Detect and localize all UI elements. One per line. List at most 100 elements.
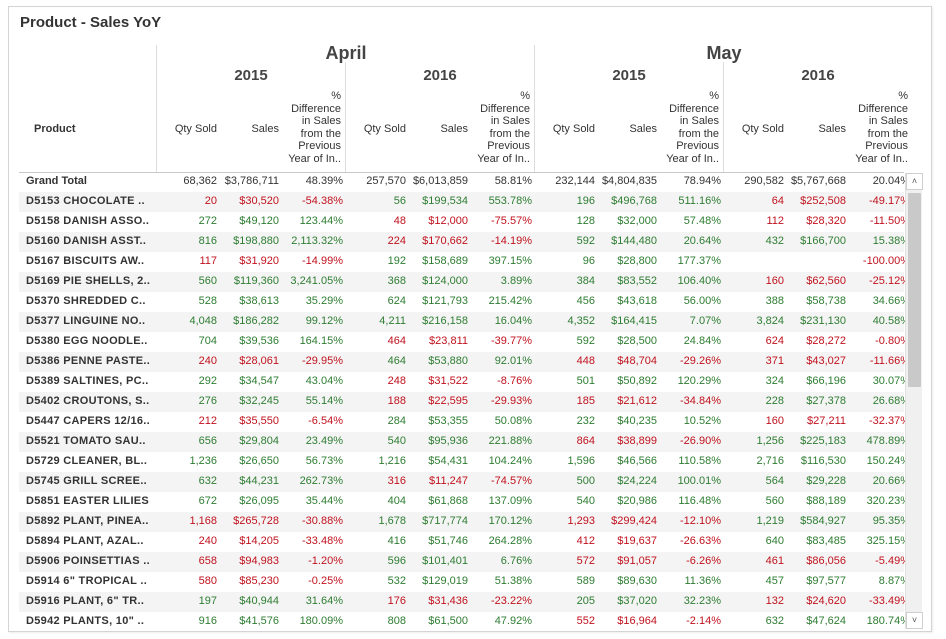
table-row[interactable]: D5916 PLANT, 6" TR.. 197 $40,944 31.64% 176 $… xyxy=(19,592,910,612)
pct-diff-cell: 100.01% xyxy=(677,475,721,487)
qty-sold-cell: 212 xyxy=(198,415,217,427)
qty-sold-cell: 368 xyxy=(387,275,406,287)
pct-diff-cell: 180.74% xyxy=(866,615,910,627)
sales-cell: $32,000 xyxy=(617,215,657,227)
sales-cell: $496,768 xyxy=(611,195,657,207)
qty-sold-cell: 240 xyxy=(198,535,217,547)
table-row[interactable]: D5521 TOMATO SAU.. 656 $29,804 23.49% 540 $95… xyxy=(19,432,910,452)
product-cell: D5389 SALTINES, PC.. xyxy=(26,375,149,387)
pct-diff-cell: 11.36% xyxy=(684,575,722,587)
product-cell: D5370 SHREDDED C.. xyxy=(26,295,146,307)
product-cell: D5914 6" TROPICAL .. xyxy=(26,575,148,587)
qty-sold-cell: 592 xyxy=(576,235,595,247)
pct-difference-header: % Difference in Sales from the Previous Year … xyxy=(653,90,719,165)
sales-cell: $5,767,668 xyxy=(790,175,846,187)
table-row[interactable]: D5389 SALTINES, PC.. 292 $34,547 43.04% 248 $… xyxy=(19,372,910,392)
pct-diff-cell: 180.09% xyxy=(299,615,343,627)
qty-sold-cell: 552 xyxy=(576,615,595,627)
scrollbar-thumb[interactable] xyxy=(908,193,921,387)
qty-sold-cell: 456 xyxy=(576,295,595,307)
sales-cell: $46,566 xyxy=(617,455,657,467)
qty-sold-cell: 640 xyxy=(765,535,784,547)
chevron-down-icon[interactable]: ˅ xyxy=(906,612,923,629)
qty-sold-cell: 457 xyxy=(765,575,784,587)
table-row[interactable]: D5167 BISCUITS AW.. 117 $31,920 -14.99% 192 $… xyxy=(19,252,910,272)
qty-sold-cell: 580 xyxy=(198,575,217,587)
sales-cell: $6,013,859 xyxy=(412,175,468,187)
qty-sold-cell: 384 xyxy=(576,275,595,287)
pct-header-line: from the xyxy=(678,127,719,140)
table-row[interactable]: D5370 SHREDDED C.. 528 $38,613 35.29% 624 $12… xyxy=(19,292,910,312)
sales-cell: $50,892 xyxy=(617,375,657,387)
chevron-up-icon[interactable]: ˄ xyxy=(906,173,923,190)
qty-sold-cell: 564 xyxy=(765,475,784,487)
pct-header-line: Difference xyxy=(291,102,341,115)
pct-diff-cell: 215.42% xyxy=(488,295,532,307)
sales-cell: $28,272 xyxy=(806,335,846,347)
sales-cell: $252,508 xyxy=(800,195,846,207)
vertical-scrollbar[interactable]: ˄ ˅ xyxy=(905,173,923,629)
sales-cell: $38,899 xyxy=(617,435,657,447)
pct-diff-cell: 478.89% xyxy=(866,435,910,447)
table-row[interactable]: D5894 PLANT, AZAL.. 240 $14,205 -33.48% 416 $… xyxy=(19,532,910,552)
sales-cell: $186,282 xyxy=(233,315,279,327)
pct-diff-cell: 32.23% xyxy=(683,595,721,607)
pct-diff-cell: -54.38% xyxy=(302,195,343,207)
sales-cell: $88,189 xyxy=(806,495,846,507)
qty-sold-cell: 96 xyxy=(582,255,595,267)
table-row[interactable]: D5169 PIE SHELLS, 2.. 560 $119,360 3,241.05… xyxy=(19,272,910,292)
pct-diff-cell: -74.57% xyxy=(491,475,532,487)
qty-sold-cell: 658 xyxy=(198,555,217,567)
table-row[interactable]: D5851 EASTER LILIES 672 $26,095 35.44% 404 $6… xyxy=(19,492,910,512)
sales-cell: $199,534 xyxy=(422,195,468,207)
pct-diff-cell: 120.29% xyxy=(677,375,721,387)
table-row[interactable]: D5386 PENNE PASTE.. 240 $28,061 -29.95% 464 $… xyxy=(19,352,910,372)
table-row[interactable]: D5729 CLEANER, BL.. 1,236 $26,650 56.73% 1,2… xyxy=(19,452,910,472)
table-row[interactable]: D5160 DANISH ASST.. 816 $198,880 2,113.32% 2… xyxy=(19,232,910,252)
qty-sold-cell: 68,362 xyxy=(183,175,217,187)
pct-diff-cell: 50.08% xyxy=(494,415,532,427)
pct-diff-cell: 48.39% xyxy=(305,175,343,187)
table-row[interactable]: D5380 EGG NOODLE.. 704 $39,536 164.15% 464 $2… xyxy=(19,332,910,352)
qty-sold-cell: 128 xyxy=(576,215,595,227)
table-row[interactable]: D5153 CHOCOLATE .. 20 $30,520 -54.38% 56 $199… xyxy=(19,192,910,212)
qty-sold-cell: 1,216 xyxy=(378,455,406,467)
pct-header-line: % xyxy=(709,90,719,102)
table-row[interactable]: D5914 6" TROPICAL .. 580 $85,230 -0.25% 532 $… xyxy=(19,572,910,592)
sales-cell: $53,355 xyxy=(428,415,468,427)
qty-sold-cell: 632 xyxy=(198,475,217,487)
table-row[interactable]: D5158 DANISH ASSO.. 272 $49,120 123.44% 48 $1… xyxy=(19,212,910,232)
pct-diff-cell: 123.44% xyxy=(299,215,343,227)
qty-sold-cell: 1,168 xyxy=(189,515,217,527)
pct-diff-cell: 110.58% xyxy=(678,455,721,467)
pct-diff-cell: 55.14% xyxy=(305,395,343,407)
qty-sold-header: Qty Sold xyxy=(174,123,217,135)
table-row[interactable]: D5377 LINGUINE NO.. 4,048 $186,282 99.12% 4,… xyxy=(19,312,910,332)
pct-header-line: % xyxy=(520,90,530,102)
pct-diff-cell: 78.94% xyxy=(683,175,721,187)
sales-cell: $16,964 xyxy=(617,615,657,627)
sales-cell: $26,095 xyxy=(239,495,279,507)
data-table: Grand Total 68,362 $3,786,711 48.39% 257,57… xyxy=(19,172,910,632)
sales-cell: $61,500 xyxy=(428,615,468,627)
pct-diff-cell: -33.48% xyxy=(302,535,343,547)
table-row[interactable]: D5892 PLANT, PINEA.. 1,168 $265,728 -30.88%… xyxy=(19,512,910,532)
table-row[interactable]: D5447 CAPERS 12/16.. 212 $35,550 -6.54% 284 $… xyxy=(19,412,910,432)
table-row[interactable]: D5402 CROUTONS, S.. 276 $32,245 55.14% 188 $2… xyxy=(19,392,910,412)
table-row[interactable]: D5745 GRILL SCREE.. 632 $44,231 262.73% 316 $… xyxy=(19,472,910,492)
pct-diff-cell: 56.00% xyxy=(683,295,721,307)
table-row[interactable]: D5906 POINSETTIAS .. 658 $94,983 -1.20% 596 $… xyxy=(19,552,910,572)
pct-header-line: % xyxy=(331,90,341,102)
product-cell: D5851 EASTER LILIES xyxy=(26,495,150,507)
qty-sold-header: Qty Sold xyxy=(552,123,595,135)
sales-cell: $121,793 xyxy=(422,295,468,307)
qty-sold-cell: 1,678 xyxy=(378,515,406,527)
sales-cell: $3,786,711 xyxy=(224,175,279,187)
sales-cell: $28,500 xyxy=(617,335,657,347)
qty-sold-cell: 292 xyxy=(198,375,217,387)
qty-sold-cell: 416 xyxy=(387,535,406,547)
pct-diff-cell: 177.37% xyxy=(677,255,721,267)
qty-sold-cell: 112 xyxy=(766,215,784,227)
table-row[interactable]: D5942 PLANTS, 10" .. 916 $41,576 180.09% 808… xyxy=(19,612,910,632)
product-cell: D5892 PLANT, PINEA.. xyxy=(26,515,149,527)
